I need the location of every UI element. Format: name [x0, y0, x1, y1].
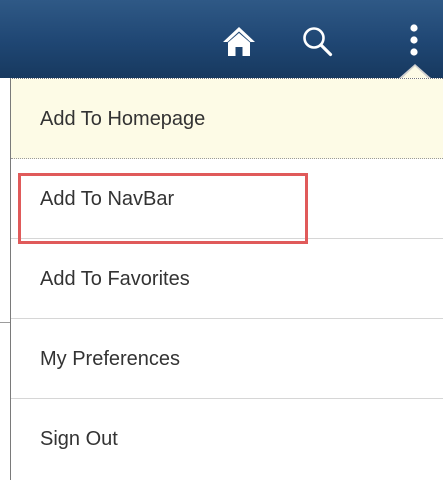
search-icon[interactable] [298, 22, 336, 60]
more-vertical-icon[interactable] [395, 22, 433, 60]
header-bar [0, 0, 443, 78]
menu-item-add-to-homepage[interactable]: Add To Homepage [11, 79, 443, 159]
menu-item-label: Add To Favorites [40, 268, 190, 290]
actions-dropdown-menu: Add To Homepage Add To NavBar Add To Fav… [10, 78, 443, 480]
menu-item-label: Add To Homepage [40, 108, 206, 130]
menu-item-label: Add To NavBar [40, 188, 175, 210]
search-icon-graphic [303, 27, 333, 57]
more-vertical-icon-graphic [410, 24, 418, 56]
menu-item-label: Sign Out [40, 428, 118, 450]
menu-item-my-preferences[interactable]: My Preferences [11, 319, 443, 399]
menu-item-label: My Preferences [40, 348, 181, 370]
home-icon[interactable] [220, 22, 258, 60]
menu-item-add-to-favorites[interactable]: Add To Favorites [11, 239, 443, 319]
edge-tick [0, 322, 10, 323]
menu-item-sign-out[interactable]: Sign Out [11, 399, 443, 480]
page: Add To Homepage Add To NavBar Add To Fav… [0, 0, 443, 480]
menu-item-add-to-navbar[interactable]: Add To NavBar [11, 159, 443, 239]
home-icon-graphic [223, 27, 255, 56]
